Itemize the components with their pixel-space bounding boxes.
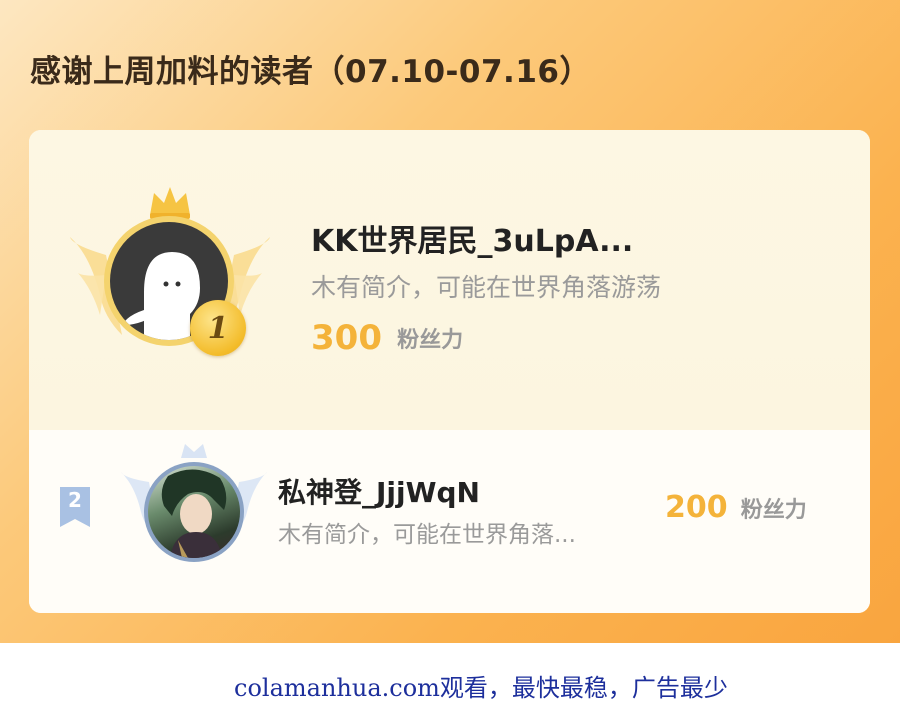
user-avatar-image (148, 466, 240, 558)
page-title: 感谢上周加料的读者（07.10-07.16） (30, 54, 591, 90)
fans-unit: 粉丝力 (397, 328, 464, 353)
avatar[interactable] (144, 462, 244, 562)
thanks-banner: 感谢上周加料的读者（07.10-07.16） 1 KK世界居民_3uLpA...… (0, 0, 900, 643)
crown-icon (150, 187, 190, 219)
first-place-bio: 木有简介，可能在世界角落游荡 (311, 273, 662, 302)
second-place-bio: 木有简介，可能在世界角落... (278, 522, 576, 548)
first-place-fans: 300 粉丝力 (311, 318, 463, 358)
fans-count: 200 (665, 490, 728, 525)
medal-icon: 1 (190, 300, 246, 356)
second-place-name[interactable]: 私神登_JjjWqN (278, 471, 480, 511)
second-place-fans: 200 粉丝力 (665, 490, 807, 525)
ranking-card: 1 KK世界居民_3uLpA... 木有简介，可能在世界角落游荡 300 粉丝力… (29, 130, 870, 613)
fans-count: 300 (311, 318, 382, 358)
fans-unit: 粉丝力 (740, 497, 807, 523)
character-portrait (161, 469, 227, 558)
source-watermark: colamanhua.com观看，最快最稳，广告最少 (234, 674, 728, 702)
first-place-name[interactable]: KK世界居民_3uLpA... (311, 216, 633, 260)
second-place-rank: 2 (68, 488, 82, 512)
first-place-avatar-group: 1 (70, 185, 270, 375)
